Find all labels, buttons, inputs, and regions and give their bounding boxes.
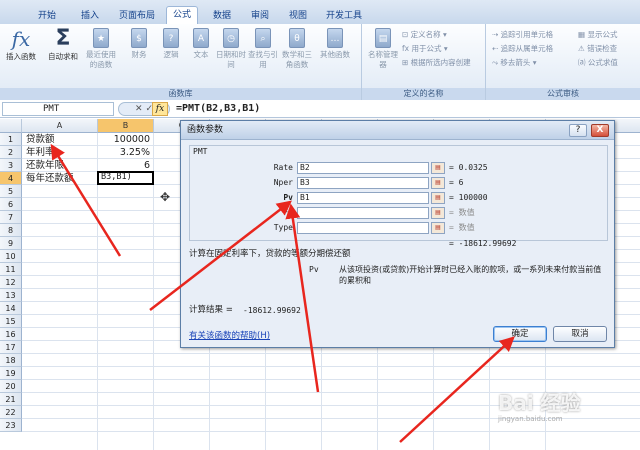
arrow-to-loan-amount: [50, 143, 122, 257]
watermark: Bai 经验 jingyan.baidu.com: [498, 391, 581, 423]
arrow-to-pv-description: [285, 203, 320, 393]
annotation-arrows: [50, 143, 515, 443]
arrow-to-ok-button: [399, 336, 515, 443]
arrow-to-pv-arg: [149, 200, 292, 311]
